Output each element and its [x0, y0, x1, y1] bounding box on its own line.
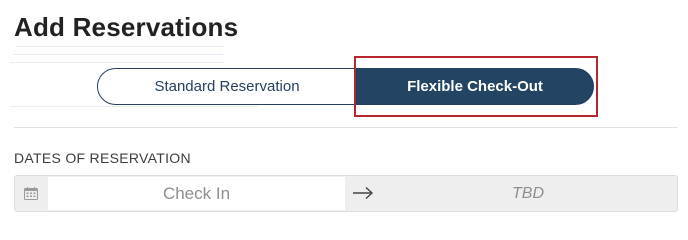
check-in-input[interactable]: [48, 177, 345, 210]
flexible-check-out-button[interactable]: Flexible Check-Out: [356, 68, 594, 105]
section-divider: [14, 127, 678, 128]
standard-reservation-button[interactable]: Standard Reservation: [97, 68, 357, 105]
standard-reservation-label: Standard Reservation: [154, 78, 300, 95]
calendar-icon[interactable]: [24, 187, 38, 200]
page-title: Add Reservations: [14, 12, 239, 42]
reservation-type-toggle: Standard Reservation Flexible Check-Out: [97, 68, 594, 105]
check-out-field[interactable]: TBD: [379, 177, 677, 210]
add-reservations-page: Add Reservations Standard Reservation Fl…: [0, 0, 688, 230]
dates-section-label: DATES OF RESERVATION: [14, 150, 191, 166]
date-range-field: TBD: [14, 175, 678, 212]
flexible-check-out-label: Flexible Check-Out: [407, 78, 543, 95]
arrow-right-icon: [353, 186, 374, 200]
check-out-value: TBD: [512, 184, 544, 202]
